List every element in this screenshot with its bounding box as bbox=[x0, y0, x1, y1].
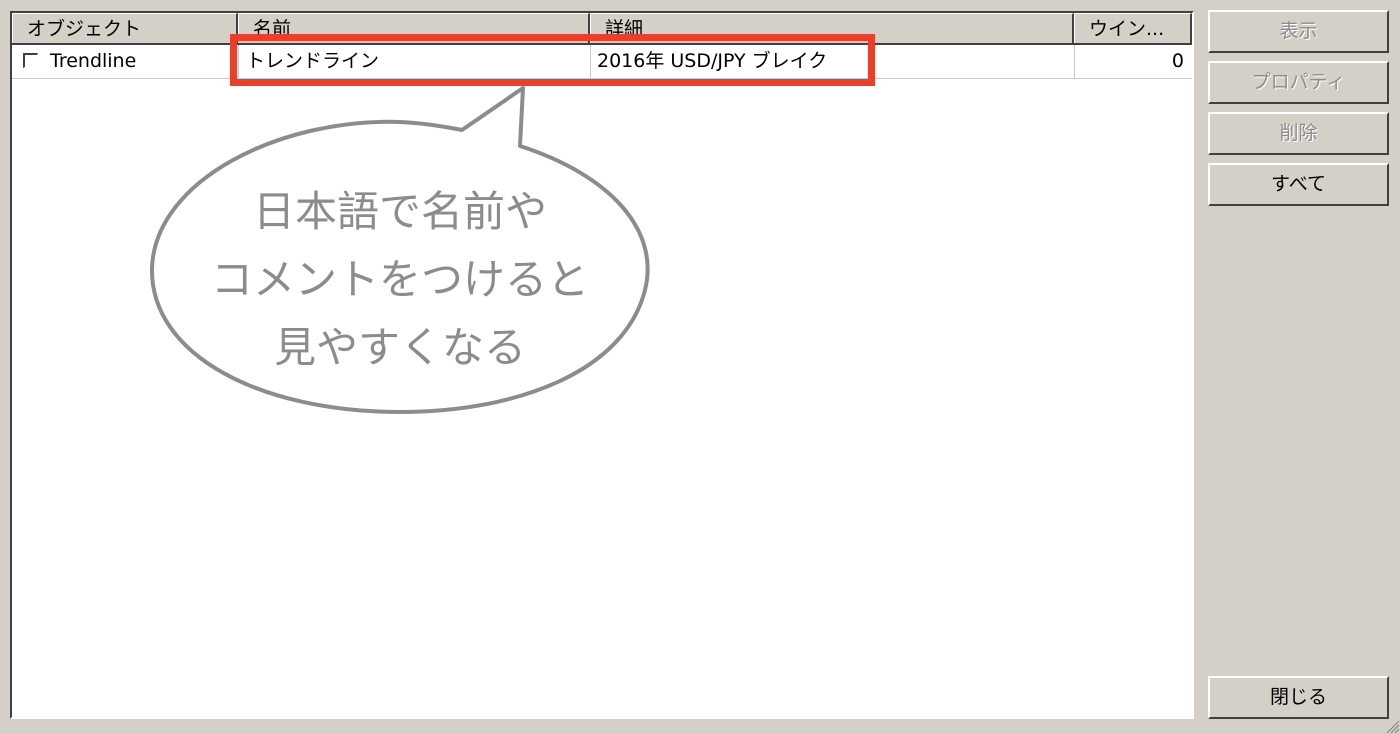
show-button[interactable]: 表示 bbox=[1208, 10, 1389, 53]
resize-grip-icon[interactable] bbox=[1384, 718, 1400, 734]
column-divider bbox=[238, 45, 239, 78]
annotation-line-2: コメントをつけると bbox=[210, 255, 589, 304]
close-button[interactable]: 閉じる bbox=[1208, 676, 1389, 719]
cell-object: Trendline bbox=[50, 50, 137, 72]
annotation-line-1: 日本語で名前や bbox=[252, 187, 547, 236]
column-divider bbox=[590, 45, 591, 78]
list-header: オブジェクト 名前 詳細 ウイン... bbox=[12, 13, 1192, 45]
annotation-text: 日本語で名前や コメントをつけると 見やすくなる bbox=[175, 178, 625, 382]
cell-detail: 2016年 USD/JPY ブレイク bbox=[597, 50, 828, 72]
properties-button[interactable]: プロパティ bbox=[1208, 61, 1389, 104]
cell-name: トレンドライン bbox=[246, 50, 380, 72]
column-header-window[interactable]: ウイン... bbox=[1074, 13, 1192, 43]
column-header-object[interactable]: オブジェクト bbox=[12, 13, 238, 43]
annotation-line-3: 見やすくなる bbox=[273, 323, 526, 372]
column-header-detail[interactable]: 詳細 bbox=[590, 13, 1074, 43]
delete-button[interactable]: 削除 bbox=[1208, 112, 1389, 155]
column-header-name[interactable]: 名前 bbox=[238, 13, 590, 43]
all-button[interactable]: すべて bbox=[1208, 163, 1389, 206]
table-row[interactable]: Trendline トレンドライン 2016年 USD/JPY ブレイク 0 bbox=[12, 45, 1192, 79]
cell-window: 0 bbox=[1171, 50, 1184, 72]
row-checkbox[interactable] bbox=[23, 53, 38, 68]
